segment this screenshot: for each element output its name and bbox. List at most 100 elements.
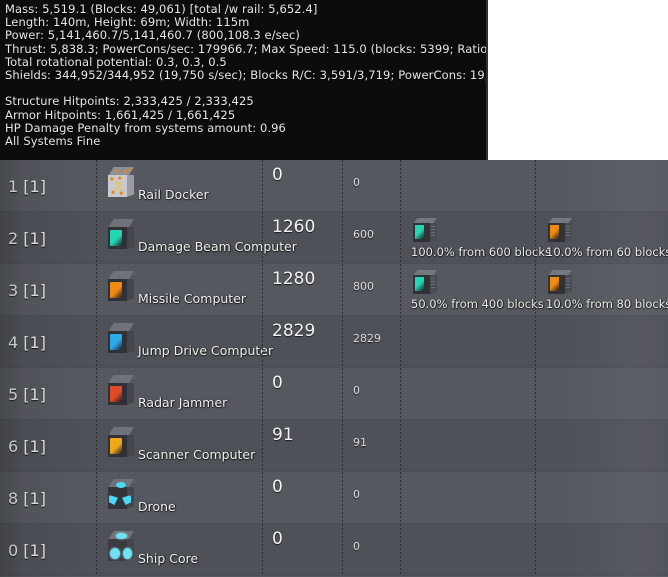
column-divider xyxy=(535,316,536,367)
column-divider xyxy=(342,368,343,419)
ship-stats-lines: Mass: 5,519.1 (Blocks: 49,061) [total /w… xyxy=(5,2,488,149)
row-system-cell[interactable]: Radar Jammer xyxy=(98,368,262,420)
column-divider xyxy=(400,160,401,211)
row-source-cell[interactable]: 10.0% from 60 blocks xyxy=(537,212,668,264)
scanner-computer-icon xyxy=(104,427,138,463)
column-divider xyxy=(342,420,343,471)
column-divider xyxy=(342,472,343,523)
row-value-secondary: 0 xyxy=(353,176,360,189)
column-divider xyxy=(400,420,401,471)
rail-docker-icon xyxy=(104,167,138,203)
damage-beam-module-icon xyxy=(410,218,440,246)
background-white-panel xyxy=(488,0,668,160)
column-divider xyxy=(96,420,97,471)
stats-line: Thrust: 5,838.3; PowerCons/sec: 179966.7… xyxy=(5,41,488,56)
column-divider xyxy=(342,524,343,575)
column-divider xyxy=(262,264,263,315)
stats-line: All Systems Fine xyxy=(5,134,101,149)
row-system-cell[interactable]: Missile Computer xyxy=(98,264,262,316)
row-system-cell[interactable]: Ship Core xyxy=(98,524,262,576)
row-index: 6 [1] xyxy=(8,436,46,456)
row-value-secondary: 600 xyxy=(353,228,374,241)
column-divider xyxy=(400,316,401,367)
ship-stats-panel: Mass: 5,519.1 (Blocks: 49,061) [total /w… xyxy=(0,0,488,160)
column-divider xyxy=(96,264,97,315)
row-system-label: Radar Jammer xyxy=(138,395,228,410)
row-system-label: Scanner Computer xyxy=(138,447,256,462)
table-row[interactable]: 5 [1] Radar Jammer 0 0 xyxy=(0,368,668,420)
table-row[interactable]: 4 [1] Jump Drive Computer 2829 2829 xyxy=(0,316,668,368)
stats-line: Power: 5,141,460.7/5,141,460.7 (800,108.… xyxy=(5,28,300,43)
column-divider xyxy=(342,212,343,263)
column-divider xyxy=(262,368,263,419)
stats-line: Structure Hitpoints: 2,333,425 / 2,333,4… xyxy=(5,94,254,109)
row-system-cell[interactable]: Damage Beam Computer xyxy=(98,212,297,264)
row-system-cell[interactable]: Drone xyxy=(98,472,262,524)
row-system-label: Missile Computer xyxy=(138,291,247,306)
column-divider xyxy=(262,472,263,523)
table-row[interactable]: 1 [1] Rail Docker 0 0 xyxy=(0,160,668,212)
damage-beam-module-icon xyxy=(410,270,440,298)
row-system-label: Ship Core xyxy=(138,551,199,566)
row-source-cell[interactable]: 100.0% from 600 blocks xyxy=(402,212,551,264)
column-divider xyxy=(96,472,97,523)
column-divider xyxy=(342,264,343,315)
row-system-label: Rail Docker xyxy=(138,187,209,202)
table-row[interactable]: 0 [1] Ship Core 0 0 xyxy=(0,524,668,576)
ship-core-icon xyxy=(104,531,138,567)
column-divider xyxy=(535,420,536,471)
row-system-cell[interactable]: Scanner Computer xyxy=(98,420,262,472)
column-divider xyxy=(342,160,343,211)
radar-jammer-icon xyxy=(104,375,138,411)
drone-icon xyxy=(104,479,138,515)
row-value-secondary: 0 xyxy=(353,488,360,501)
column-divider xyxy=(96,212,97,263)
row-source-label: 10.0% from 80 blocks xyxy=(546,297,668,311)
row-system-label: Drone xyxy=(138,499,176,514)
row-index: 2 [1] xyxy=(8,228,46,248)
stats-line: Armor Hitpoints: 1,661,425 / 1,661,425 xyxy=(5,107,236,122)
column-divider xyxy=(262,160,263,211)
row-value-secondary: 0 xyxy=(353,384,360,397)
column-divider xyxy=(262,420,263,471)
row-value-secondary: 800 xyxy=(353,280,374,293)
table-row[interactable]: 3 [1] Missile Computer 1280 800 50.0% from 4… xyxy=(0,264,668,316)
row-system-cell[interactable]: Rail Docker xyxy=(98,160,262,212)
row-value-primary: 0 xyxy=(272,165,283,185)
row-value-primary: 1260 xyxy=(272,217,316,237)
table-row[interactable]: 2 [1] Damage Beam Computer 1260 600 100.0% f… xyxy=(0,212,668,264)
row-source-label: 100.0% from 600 blocks xyxy=(411,245,552,259)
jump-drive-computer-icon xyxy=(104,323,138,359)
row-system-cell[interactable]: Jump Drive Computer xyxy=(98,316,273,368)
ship-systems-overview: Mass: 5,519.1 (Blocks: 49,061) [total /w… xyxy=(0,0,668,577)
row-source-cell[interactable]: 50.0% from 400 blocks xyxy=(402,264,544,316)
column-divider xyxy=(262,524,263,575)
row-source-cell[interactable]: 10.0% from 80 blocks xyxy=(537,264,668,316)
column-divider xyxy=(96,524,97,575)
column-divider xyxy=(96,316,97,367)
column-divider xyxy=(535,212,536,263)
row-value-primary: 0 xyxy=(272,373,283,393)
row-index: 5 [1] xyxy=(8,384,46,404)
column-divider xyxy=(262,212,263,263)
column-divider xyxy=(535,472,536,523)
row-index: 3 [1] xyxy=(8,280,46,300)
column-divider xyxy=(535,524,536,575)
row-index: 0 [1] xyxy=(8,540,46,560)
column-divider xyxy=(96,160,97,211)
table-row[interactable]: 6 [1] Scanner Computer 91 91 xyxy=(0,420,668,472)
missile-computer-icon xyxy=(104,271,138,307)
row-value-secondary: 0 xyxy=(353,540,360,553)
systems-table[interactable]: 1 [1] Rail Docker 0 0 2 [1] Damage Beam Compu… xyxy=(0,160,668,577)
row-index: 8 [1] xyxy=(8,488,46,508)
row-index: 1 [1] xyxy=(8,176,46,196)
row-value-primary: 0 xyxy=(272,529,283,549)
column-divider xyxy=(342,316,343,367)
missile-module-icon xyxy=(545,270,575,298)
row-system-label: Jump Drive Computer xyxy=(138,343,274,358)
column-divider xyxy=(400,264,401,315)
row-value-primary: 91 xyxy=(272,425,294,445)
column-divider xyxy=(535,160,536,211)
column-divider xyxy=(535,368,536,419)
table-row[interactable]: 8 [1] Drone 0 0 xyxy=(0,472,668,524)
